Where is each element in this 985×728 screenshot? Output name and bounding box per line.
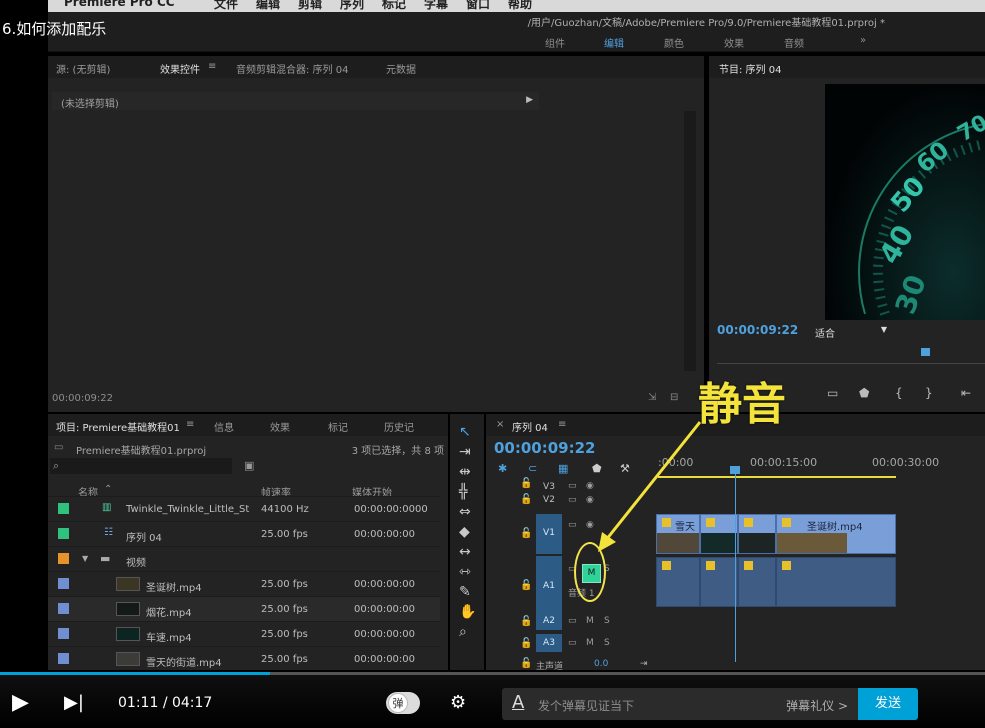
annotation-label: 静音 <box>698 379 786 430</box>
danmu-toggle-label: 弹 <box>388 693 408 713</box>
danmu-toggle[interactable]: 弹 <box>386 692 420 714</box>
current-time: 01:11 <box>118 695 159 711</box>
send-button[interactable]: 发送 <box>858 688 918 720</box>
danmu-style-icon[interactable]: A <box>512 692 524 713</box>
danmu-settings-icon[interactable]: ⚙ <box>450 692 466 713</box>
total-time: 04:17 <box>171 695 213 711</box>
danmu-placeholder: 发个弹幕见证当下 <box>538 699 635 713</box>
next-icon[interactable]: ▶| <box>64 692 84 713</box>
annotation-arrow <box>598 421 702 552</box>
time-display: 01:11 / 04:17 <box>118 695 212 711</box>
video-progress-fill <box>0 672 270 675</box>
danmu-etiquette-link[interactable]: 弹幕礼仪 > <box>786 697 848 714</box>
time-separator: / <box>162 695 168 711</box>
danmu-input[interactable]: A 发个弹幕见证当下 弹幕礼仪 > <box>502 688 858 720</box>
play-icon[interactable]: ▶ <box>12 690 29 715</box>
